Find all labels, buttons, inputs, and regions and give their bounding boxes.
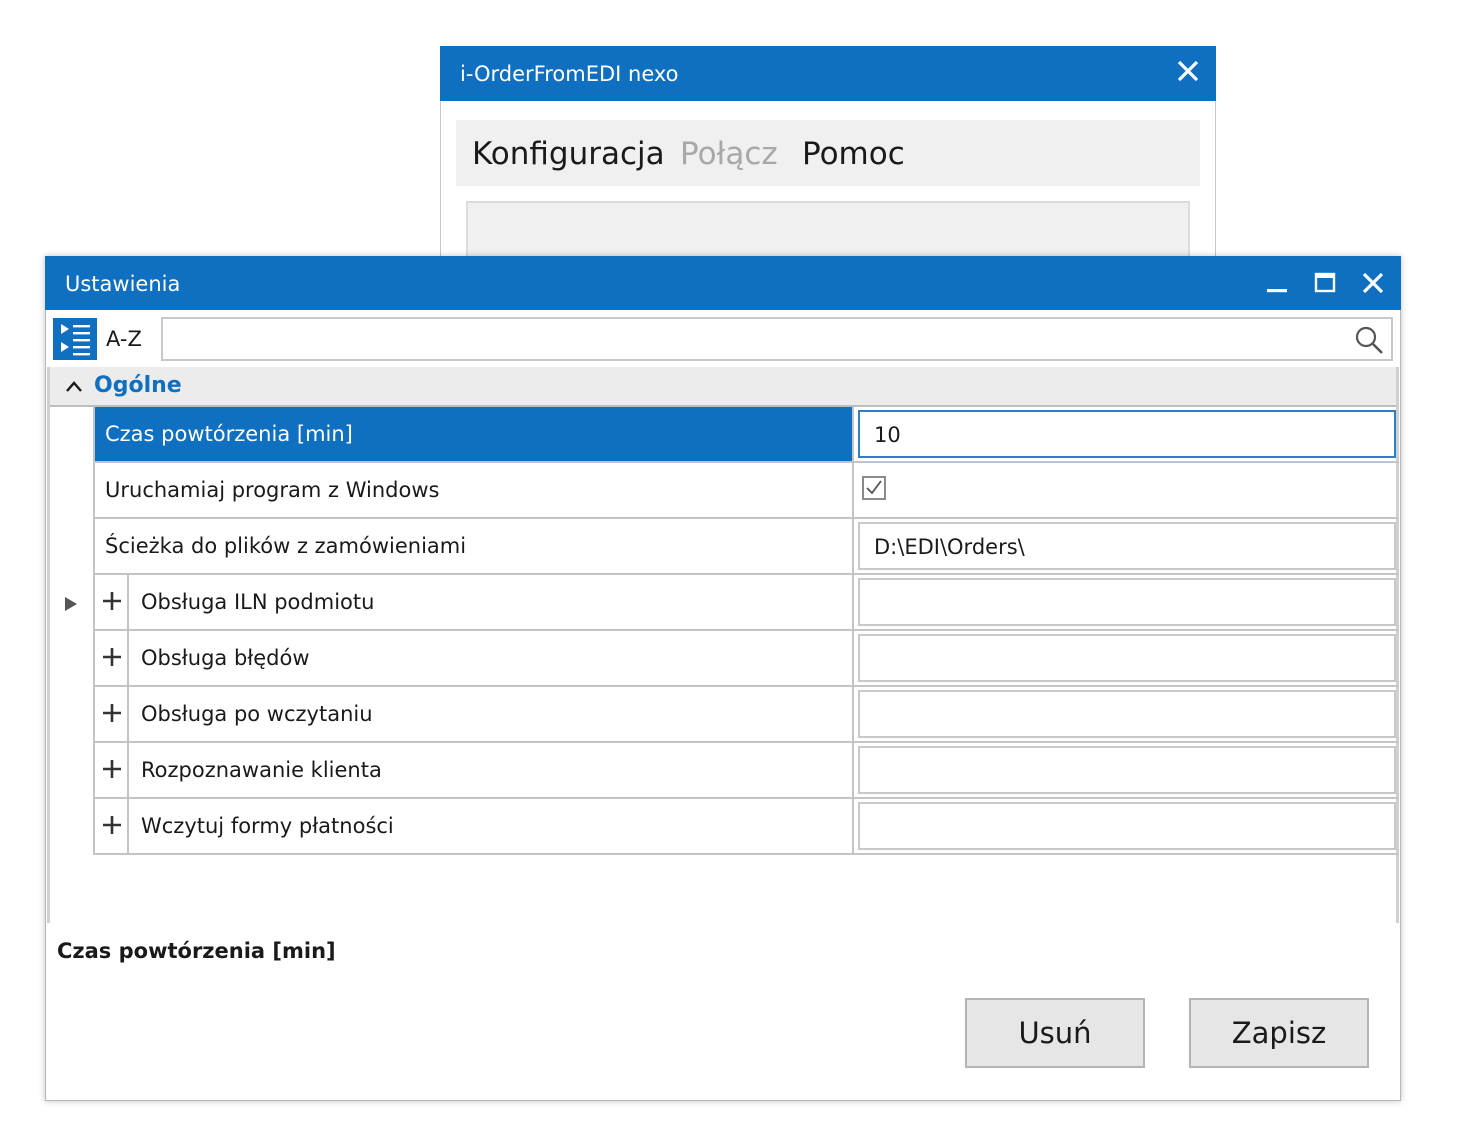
menu-polacz[interactable]: Połącz — [680, 136, 778, 172]
property-name-cell[interactable]: Obsługa błędów — [95, 631, 854, 685]
delete-button[interactable]: Usuń — [965, 998, 1145, 1068]
categorized-view-button[interactable] — [53, 318, 97, 360]
property-name-cell[interactable]: Uruchamiaj program z Windows — [95, 463, 854, 517]
checkmark-icon — [866, 480, 882, 495]
property-name-cell[interactable]: Ścieżka do plików z zamówieniami — [95, 519, 854, 573]
property-value-rozpoznawanie-klienta[interactable] — [858, 746, 1396, 794]
property-row-obsluga-po-wczytaniu[interactable]: Obsługa po wczytaniu — [93, 687, 1399, 743]
close-icon[interactable] — [1174, 57, 1202, 85]
property-grid: Ogólne Czas powtórzenia [min] 10 Urucham… — [47, 367, 1399, 923]
property-row-obsluga-bledow[interactable]: Obsługa błędów — [93, 631, 1399, 687]
property-value-obsluga-iln[interactable] — [858, 578, 1396, 626]
property-value-uruchamiaj — [858, 466, 1396, 514]
main-menubar: Konfiguracja Połącz Pomoc — [456, 120, 1200, 186]
property-name: Wczytuj formy płatności — [141, 814, 394, 838]
settings-title: Ustawienia — [65, 272, 181, 296]
property-name: Uruchamiaj program z Windows — [105, 478, 440, 502]
property-name-cell[interactable]: Wczytuj formy płatności — [95, 799, 854, 853]
expand-plus-icon[interactable] — [95, 799, 129, 853]
maximize-icon[interactable] — [1311, 269, 1339, 297]
property-rows: Czas powtórzenia [min] 10 Uruchamiaj pro… — [65, 407, 1399, 855]
settings-titlebar: Ustawienia — [45, 256, 1401, 310]
property-row-rozpoznawanie-klienta[interactable]: Rozpoznawanie klienta — [93, 743, 1399, 799]
minimize-icon[interactable] — [1263, 269, 1291, 297]
property-value-wczytuj-formy-platnosci[interactable] — [858, 802, 1396, 850]
row-pointer-icon — [65, 596, 77, 611]
property-value-obsluga-bledow[interactable] — [858, 634, 1396, 682]
main-window: i-OrderFromEDI nexo Konfiguracja Połącz … — [440, 46, 1216, 281]
autostart-checkbox[interactable] — [862, 476, 886, 500]
search-box — [161, 317, 1393, 361]
categorized-view-icon — [61, 324, 90, 356]
settings-dialog: Ustawienia A-Z Ogólne Czas powtórzenia [… — [45, 256, 1401, 1101]
property-name-cell[interactable]: Obsługa ILN podmiotu — [95, 575, 854, 629]
property-name: Obsługa po wczytaniu — [141, 702, 373, 726]
property-name: Czas powtórzenia [min] — [105, 422, 353, 446]
property-value-text: D:\EDI\Orders\ — [874, 535, 1025, 559]
property-value-czas-powtorzenia[interactable]: 10 — [858, 410, 1396, 458]
property-row-wczytuj-formy-platnosci[interactable]: Wczytuj formy płatności — [93, 799, 1399, 855]
property-row-czas-powtorzenia[interactable]: Czas powtórzenia [min] 10 — [93, 407, 1399, 463]
category-header-ogolne[interactable]: Ogólne — [50, 367, 1396, 407]
property-row-uruchamiaj[interactable]: Uruchamiaj program z Windows — [93, 463, 1399, 519]
alphabetical-sort-button[interactable]: A-Z — [106, 327, 142, 351]
property-row-sciezka[interactable]: Ścieżka do plików z zamówieniami D:\EDI\… — [93, 519, 1399, 575]
property-name: Obsługa błędów — [141, 646, 310, 670]
search-input[interactable] — [171, 325, 1345, 355]
property-value-text: 10 — [874, 423, 901, 447]
property-name-cell[interactable]: Obsługa po wczytaniu — [95, 687, 854, 741]
property-name-cell[interactable]: Czas powtórzenia [min] — [95, 407, 854, 461]
main-window-title: i-OrderFromEDI nexo — [460, 62, 679, 86]
expand-plus-icon[interactable] — [95, 687, 129, 741]
property-name-cell[interactable]: Rozpoznawanie klienta — [95, 743, 854, 797]
property-name: Obsługa ILN podmiotu — [141, 590, 375, 614]
property-name: Rozpoznawanie klienta — [141, 758, 382, 782]
expand-plus-icon[interactable] — [95, 743, 129, 797]
menu-konfiguracja[interactable]: Konfiguracja — [472, 136, 665, 172]
property-name: Ścieżka do plików z zamówieniami — [105, 534, 467, 558]
menu-pomoc[interactable]: Pomoc — [802, 136, 905, 172]
property-description: Czas powtórzenia [min] — [57, 939, 336, 963]
expand-plus-icon[interactable] — [95, 575, 129, 629]
main-window-titlebar: i-OrderFromEDI nexo — [440, 46, 1216, 101]
search-icon[interactable] — [1353, 324, 1385, 356]
category-label: Ogólne — [94, 373, 182, 398]
close-icon[interactable] — [1359, 269, 1387, 297]
property-row-obsluga-iln[interactable]: Obsługa ILN podmiotu — [65, 575, 1399, 631]
expand-plus-icon[interactable] — [95, 631, 129, 685]
save-button[interactable]: Zapisz — [1189, 998, 1369, 1068]
collapse-chevron-icon[interactable] — [64, 377, 84, 397]
property-value-obsluga-po-wczytaniu[interactable] — [858, 690, 1396, 738]
property-value-sciezka[interactable]: D:\EDI\Orders\ — [858, 522, 1396, 570]
